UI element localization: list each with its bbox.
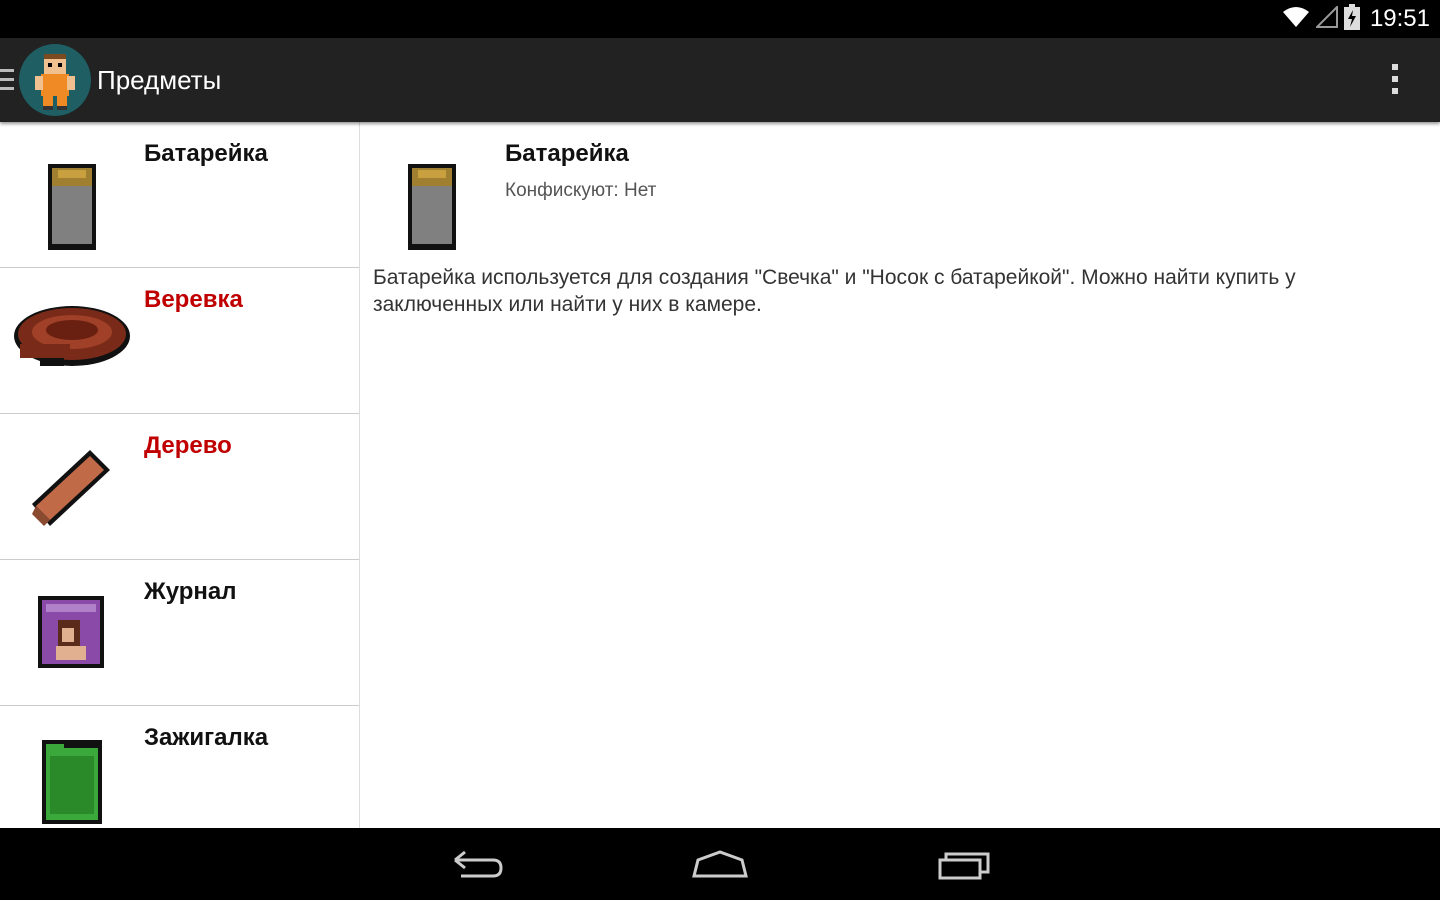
item-description: Батарейка используется для создания "Све… — [373, 266, 1296, 316]
confiscate-status: Конфискуют: Нет — [505, 180, 657, 201]
list-item-label: Веревка — [144, 286, 243, 313]
navigation-bar — [0, 828, 1440, 900]
status-bar: 19:51 — [0, 0, 1440, 38]
battery-item-icon — [10, 142, 134, 254]
home-icon[interactable] — [688, 846, 752, 882]
recents-icon[interactable] — [932, 846, 996, 882]
list-item-battery[interactable]: Батарейка — [0, 122, 359, 268]
list-item-label: Дерево — [144, 432, 232, 459]
overflow-menu-icon[interactable] — [1392, 64, 1400, 96]
wood-item-icon — [10, 434, 134, 546]
action-bar: Предметы — [0, 38, 1440, 122]
back-icon[interactable] — [445, 846, 509, 882]
list-item-label: Журнал — [144, 578, 237, 605]
signal-icon — [1314, 4, 1338, 33]
prisoner-app-icon[interactable] — [19, 44, 91, 116]
item-list: Батарейка Веревка Дерево Журнал Зажигалк… — [0, 122, 360, 828]
list-item-wood[interactable]: Дерево — [0, 414, 359, 560]
wifi-icon — [1282, 6, 1310, 33]
drawer-indicator-icon[interactable] — [0, 69, 14, 91]
lighter-item-icon — [10, 726, 134, 828]
page-title: Предметы — [97, 65, 222, 95]
list-item-lighter[interactable]: Зажигалка — [0, 706, 359, 828]
battery-charging-icon — [1343, 3, 1360, 35]
detail-title: Батарейка — [505, 140, 629, 167]
rope-item-icon — [10, 288, 134, 400]
list-item-rope[interactable]: Веревка — [0, 268, 359, 414]
clock: 19:51 — [1369, 5, 1430, 32]
magazine-item-icon — [10, 580, 134, 692]
battery-item-icon — [390, 142, 474, 254]
list-item-label: Зажигалка — [144, 724, 269, 751]
list-item-magazine[interactable]: Журнал — [0, 560, 359, 706]
list-item-label: Батарейка — [144, 140, 268, 167]
item-detail: Батарейка Конфискуют: Нет Батарейка испо… — [360, 122, 1440, 828]
